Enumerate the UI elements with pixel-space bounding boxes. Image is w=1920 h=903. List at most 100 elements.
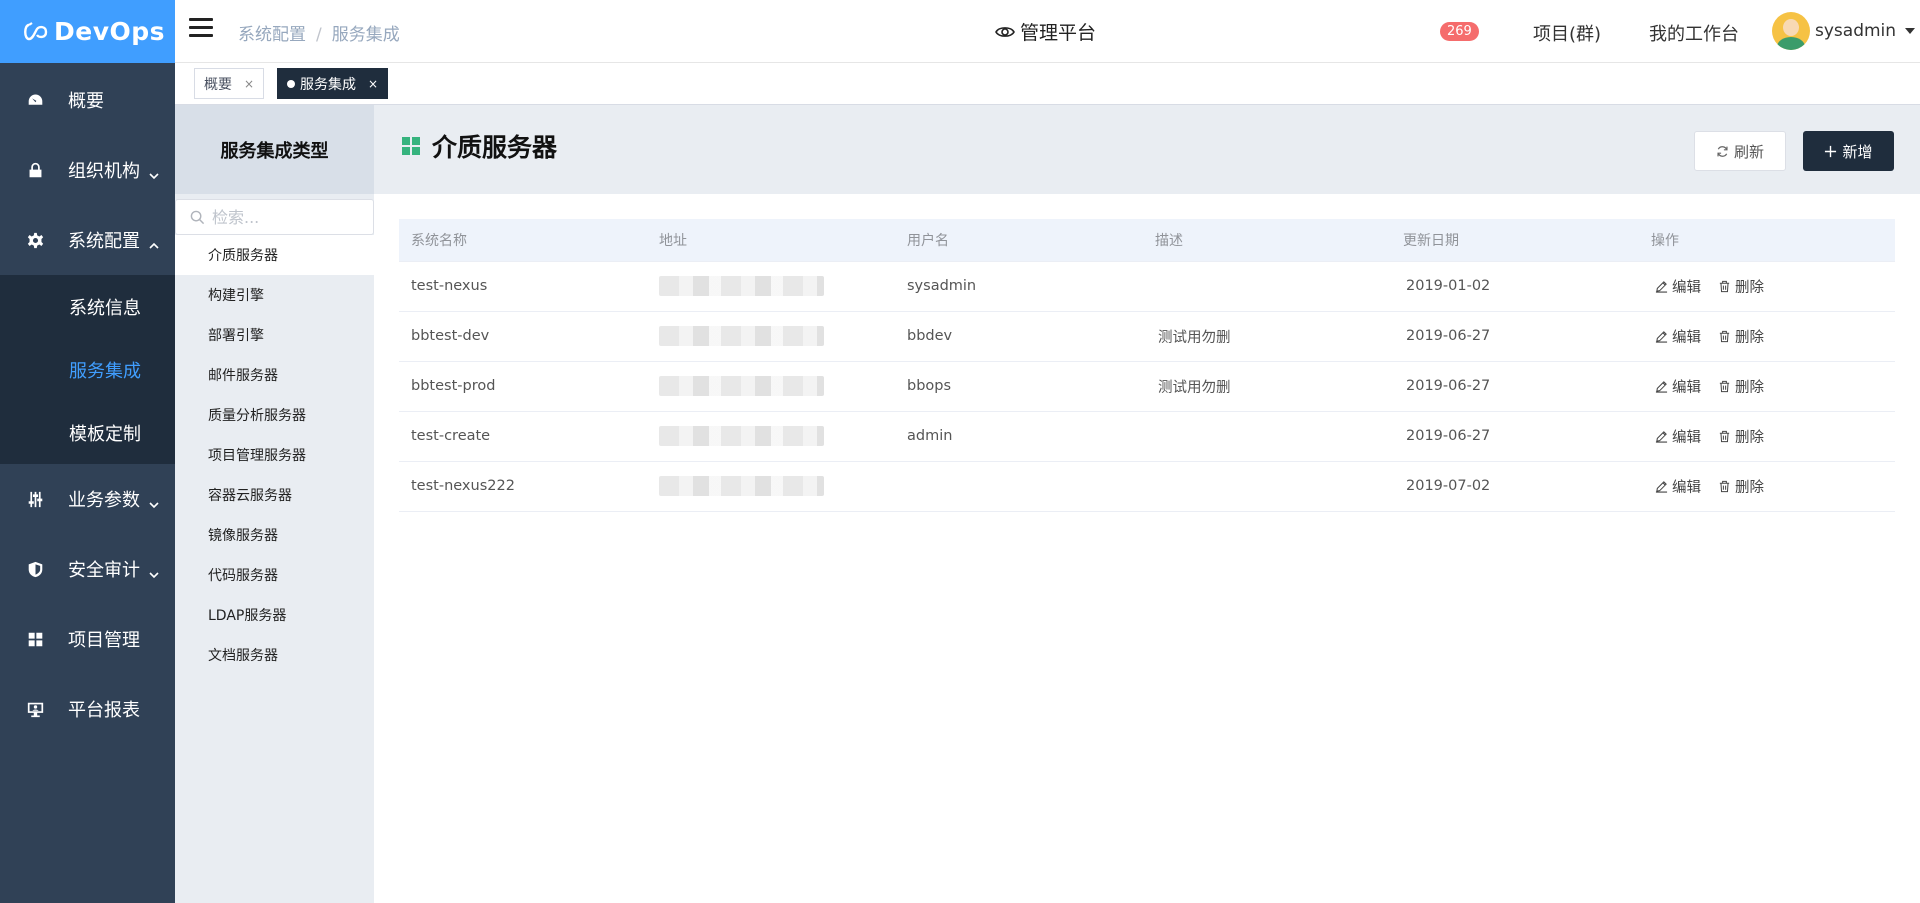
sidebar-item-security-audit[interactable]: 安全审计 [0, 534, 175, 604]
pencil-icon [1655, 480, 1668, 493]
cell-name: test-nexus222 [399, 461, 647, 512]
sidebar-item-system-info[interactable]: 系统信息 [0, 275, 175, 338]
refresh-label: 刷新 [1733, 142, 1764, 161]
notification-badge[interactable]: 269 [1440, 22, 1479, 41]
sidebar-item-system-config[interactable]: 系统配置 [0, 205, 175, 275]
type-item-image-server[interactable]: 镜像服务器 [175, 515, 374, 555]
column-header: 用户名 [895, 219, 1143, 262]
tabs-bar: 概要 × 服务集成 × [175, 63, 1920, 105]
type-item-quality-server[interactable]: 质量分析服务器 [175, 395, 374, 435]
type-item-container-server[interactable]: 容器云服务器 [175, 475, 374, 515]
delete-button[interactable]: 删除 [1718, 426, 1764, 447]
delete-button[interactable]: 删除 [1718, 476, 1764, 497]
sidebar-item-business-params[interactable]: 业务参数 [0, 464, 175, 534]
cell-actions: 编辑 删除 [1639, 461, 1895, 512]
table-row: test-create admin 2019-06-27 编辑 删除 [399, 411, 1895, 462]
redacted-address [659, 376, 824, 396]
pencil-icon [1655, 430, 1668, 443]
sidebar-item-organization[interactable]: 组织机构 [0, 135, 175, 205]
edit-label: 编辑 [1672, 279, 1701, 296]
refresh-icon [1717, 145, 1728, 157]
type-item-media-server[interactable]: 介质服务器 [175, 235, 374, 275]
trash-icon [1719, 280, 1730, 292]
edit-label: 编辑 [1672, 429, 1701, 446]
edit-label: 编辑 [1672, 329, 1701, 346]
column-header: 系统名称 [399, 219, 647, 262]
cell-user: bbops [895, 361, 1143, 412]
sidebar-item-project-management[interactable]: 项目管理 [0, 604, 175, 674]
cell-desc [1143, 411, 1391, 462]
tab-overview[interactable]: 概要 × [194, 68, 265, 99]
sidebar: DevOps 概要 组织机构 系统配置 系统信息 服务集成 模板定制 业务参数 [0, 0, 175, 903]
delete-button[interactable]: 删除 [1718, 276, 1764, 297]
project-group-link[interactable]: 项目(群) [1533, 20, 1601, 46]
sidebar-item-label: 概要 [68, 91, 104, 112]
page-title-text: 介质服务器 [432, 133, 558, 162]
chevron-down-icon [149, 165, 159, 180]
cell-desc: 测试用勿删 [1143, 311, 1391, 362]
cell-name: bbtest-prod [399, 361, 647, 412]
add-button[interactable]: 新增 [1803, 131, 1894, 171]
redacted-address [659, 276, 824, 296]
sidebar-item-label: 平台报表 [68, 700, 140, 721]
active-dot-icon [287, 79, 295, 88]
cell-desc [1143, 261, 1391, 312]
delete-label: 删除 [1735, 379, 1764, 396]
cell-desc: 测试用勿删 [1143, 361, 1391, 412]
sidebar-item-platform-report[interactable]: 平台报表 [0, 674, 175, 744]
type-item-project-server[interactable]: 项目管理服务器 [175, 435, 374, 475]
type-item-ldap-server[interactable]: LDAP服务器 [175, 595, 374, 635]
delete-button[interactable]: 删除 [1718, 376, 1764, 397]
cell-name: bbtest-dev [399, 311, 647, 362]
delete-label: 删除 [1735, 279, 1764, 296]
cell-address [647, 261, 895, 312]
workspace-link[interactable]: 我的工作台 [1649, 20, 1739, 46]
chevron-down-icon [149, 564, 159, 579]
user-menu[interactable]: sysadmin [1772, 12, 1916, 50]
table-row: test-nexus222 2019-07-02 编辑 删除 [399, 461, 1895, 512]
edit-label: 编辑 [1672, 379, 1701, 396]
app-logo[interactable]: DevOps [0, 0, 175, 63]
hamburger-menu-icon[interactable] [189, 18, 213, 40]
grid-icon [26, 630, 44, 648]
type-item-doc-server[interactable]: 文档服务器 [175, 635, 374, 675]
edit-button[interactable]: 编辑 [1655, 376, 1701, 397]
add-label: 新增 [1842, 142, 1873, 161]
tab-label: 服务集成 [300, 76, 356, 93]
tab-service-integration[interactable]: 服务集成 × [277, 68, 389, 99]
devops-logo-icon [24, 21, 48, 40]
edit-button[interactable]: 编辑 [1655, 326, 1701, 347]
breadcrumb-item[interactable]: 系统配置 [238, 25, 306, 45]
refresh-button[interactable]: 刷新 [1694, 131, 1786, 171]
pencil-icon [1655, 280, 1668, 293]
edit-button[interactable]: 编辑 [1655, 476, 1701, 497]
delete-label: 删除 [1735, 479, 1764, 496]
type-item-mail-server[interactable]: 邮件服务器 [175, 355, 374, 395]
edit-button[interactable]: 编辑 [1655, 426, 1701, 447]
cell-address [647, 311, 895, 362]
column-header: 操作 [1639, 219, 1895, 262]
close-icon[interactable]: × [244, 77, 254, 91]
type-search-input[interactable] [212, 207, 362, 227]
platform-label: 管理平台 [1020, 22, 1097, 44]
breadcrumb: 系统配置 / 服务集成 [238, 20, 400, 45]
type-item-code-server[interactable]: 代码服务器 [175, 555, 374, 595]
page-title: 介质服务器 [402, 128, 557, 164]
sidebar-item-service-integration[interactable]: 服务集成 [0, 338, 175, 401]
chevron-up-icon [149, 235, 159, 249]
close-icon[interactable]: × [368, 77, 378, 91]
edit-button[interactable]: 编辑 [1655, 276, 1701, 297]
content-header: 介质服务器 刷新 新增 [374, 105, 1920, 194]
app-name: DevOps [54, 17, 166, 46]
sidebar-item-template[interactable]: 模板定制 [0, 401, 175, 464]
sidebar-item-label: 安全审计 [68, 560, 140, 581]
type-item-build-engine[interactable]: 构建引擎 [175, 275, 374, 315]
table-row: bbtest-dev bbdev 测试用勿删 2019-06-27 编辑 删除 [399, 311, 1895, 362]
column-header: 描述 [1143, 219, 1391, 262]
trash-icon [1719, 330, 1730, 342]
trash-icon [1719, 480, 1730, 492]
type-item-deploy-engine[interactable]: 部署引擎 [175, 315, 374, 355]
platform-title[interactable]: 管理平台 [995, 18, 1096, 45]
sidebar-item-overview[interactable]: 概要 [0, 65, 175, 135]
delete-button[interactable]: 删除 [1718, 326, 1764, 347]
